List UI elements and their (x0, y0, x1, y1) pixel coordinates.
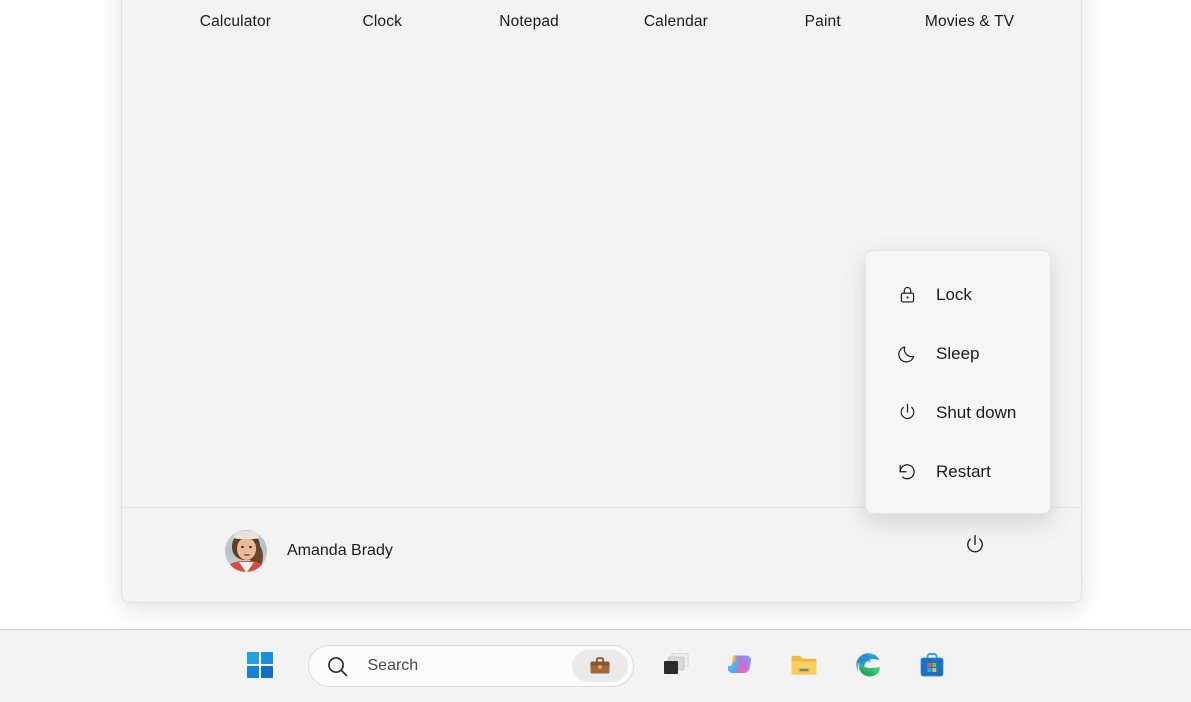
flyout-item-label: Lock (936, 284, 972, 304)
copilot-button[interactable] (716, 642, 764, 690)
app-tile-paint[interactable]: Paint (749, 0, 896, 45)
folder-icon (789, 650, 819, 683)
taskbar: Search (0, 629, 1191, 702)
app-tile-notepad[interactable]: Notepad (456, 0, 603, 45)
lock-icon (896, 284, 918, 306)
pinned-apps-grid: Calculator Clock Notepad Calendar Paint … (122, 0, 1081, 45)
briefcase-icon[interactable] (571, 650, 628, 682)
windows-logo-icon (246, 651, 274, 682)
search-input[interactable]: Search (307, 645, 634, 687)
start-button[interactable] (236, 642, 284, 690)
app-tile-clock[interactable]: Clock (309, 0, 456, 45)
calendar-icon (653, 0, 699, 3)
notepad-icon (506, 0, 552, 3)
app-label: Calendar (643, 13, 708, 30)
desktop: Calculator Clock Notepad Calendar Paint … (0, 0, 1191, 702)
account-name: Amanda Brady (287, 542, 393, 559)
user-account-button[interactable]: Amanda Brady (220, 525, 403, 577)
power-button[interactable] (955, 526, 995, 566)
edge-icon (853, 650, 883, 683)
microsoft-edge-button[interactable] (844, 642, 892, 690)
app-tile-movies-and-tv[interactable]: Movies & TV (896, 0, 1043, 45)
copilot-icon (725, 650, 755, 683)
taskbar-center-group: Search (228, 642, 964, 690)
power-icon (963, 533, 987, 560)
calculator-icon (212, 0, 258, 3)
app-tile-calculator[interactable]: Calculator (162, 0, 309, 45)
app-label: Paint (804, 13, 841, 30)
flyout-item-shut-down[interactable]: Shut down (872, 383, 1044, 442)
moon-icon (896, 343, 918, 365)
app-tile-calendar[interactable]: Calendar (602, 0, 749, 45)
app-label: Clock (362, 13, 403, 30)
movies-and-tv-icon (947, 0, 993, 3)
store-icon (918, 651, 946, 682)
start-menu-footer: Amanda Brady (122, 507, 1081, 602)
paint-icon (800, 0, 846, 3)
search-placeholder: Search (367, 657, 419, 674)
restart-icon (896, 461, 918, 483)
avatar (225, 530, 267, 572)
file-explorer-button[interactable] (780, 642, 828, 690)
flyout-item-restart[interactable]: Restart (872, 442, 1044, 501)
app-label: Calculator (199, 13, 272, 30)
power-options-flyout: Lock Sleep Shut down Restart (865, 250, 1051, 514)
flyout-item-label: Restart (936, 461, 991, 481)
search-icon (325, 654, 350, 679)
flyout-item-sleep[interactable]: Sleep (872, 324, 1044, 383)
flyout-item-label: Shut down (936, 402, 1017, 422)
app-label: Movies & TV (924, 13, 1015, 30)
task-view-icon (661, 650, 691, 683)
clock-icon (359, 0, 405, 3)
task-view-button[interactable] (652, 642, 700, 690)
flyout-item-lock[interactable]: Lock (872, 265, 1044, 324)
app-label: Notepad (499, 13, 559, 30)
power-icon (896, 402, 918, 424)
microsoft-store-button[interactable] (908, 642, 956, 690)
flyout-item-label: Sleep (936, 343, 980, 363)
